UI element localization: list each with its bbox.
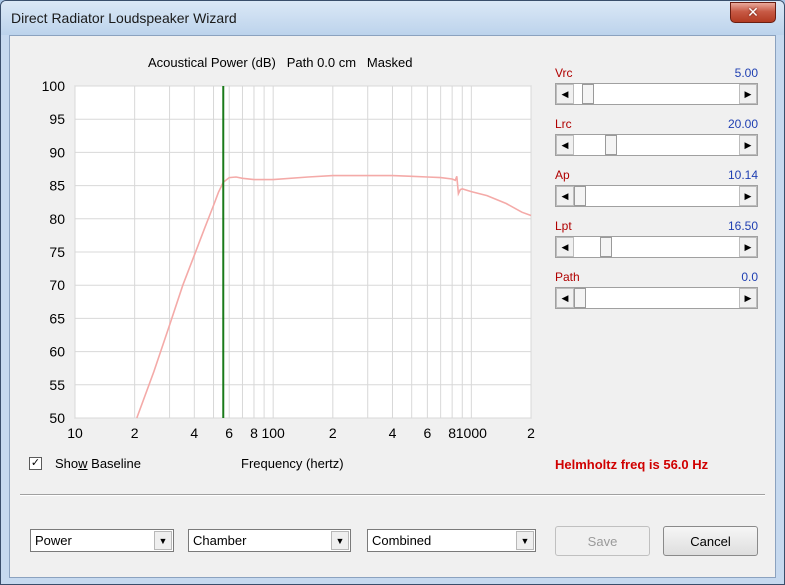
slider-track[interactable]: ◀ ▶: [555, 236, 758, 258]
slider-thumb[interactable]: [574, 186, 586, 206]
y-tick-label: 50: [49, 410, 65, 426]
slider-track[interactable]: ◀ ▶: [555, 185, 758, 207]
response-chart: 10095908580757065605550 10 2 4 6 8 100 2 4 6 8 100…: [42, 78, 535, 441]
y-tick-label: 75: [49, 244, 65, 260]
show-baseline-label-hotkey: w: [78, 456, 88, 471]
slider-label: Path: [555, 270, 580, 284]
show-baseline-checkbox[interactable]: ✓: [29, 457, 42, 470]
chevron-down-icon[interactable]: ▼: [516, 531, 534, 550]
slider-label: Lrc: [555, 117, 572, 131]
y-tick-label: 85: [49, 178, 65, 194]
arrow-left-icon[interactable]: ◀: [556, 84, 574, 104]
arrow-right-icon[interactable]: ▶: [739, 186, 757, 206]
slider-thumb[interactable]: [582, 84, 594, 104]
slider-vrc: Vrc 5.00 ◀ ▶: [555, 66, 758, 110]
x-tick-label: 2: [131, 425, 139, 441]
show-baseline-label-prefix: Sho: [55, 456, 79, 471]
slider-lrc: Lrc 20.00 ◀ ▶: [555, 117, 758, 161]
y-tick-label: 90: [49, 144, 65, 160]
slider-ap: Ap 10.14 ◀ ▶: [555, 168, 758, 212]
slider-lpt: Lpt 16.50 ◀ ▶: [555, 219, 758, 263]
y-tick-label: 65: [49, 310, 65, 326]
save-button[interactable]: Save: [555, 526, 650, 556]
x-tick-label: 4: [190, 425, 198, 441]
x-tick-label: 8: [250, 425, 258, 441]
close-button[interactable]: ✕: [730, 2, 776, 23]
slider-track[interactable]: ◀ ▶: [555, 83, 758, 105]
show-baseline-label-suffix: Baseline: [87, 456, 142, 471]
combined-dropdown-value: Combined: [372, 533, 432, 548]
slider-track[interactable]: ◀ ▶: [555, 134, 758, 156]
combined-dropdown[interactable]: Combined ▼: [367, 529, 536, 552]
slider-thumb[interactable]: [574, 288, 586, 308]
x-tick-label: 2: [329, 425, 337, 441]
y-tick-label: 55: [49, 377, 65, 393]
slider-path: Path 0.0 ◀ ▶: [555, 270, 758, 314]
x-axis-label: Frequency (hertz): [241, 456, 344, 471]
x-tick-label: 2: [527, 425, 535, 441]
arrow-right-icon[interactable]: ▶: [739, 237, 757, 257]
arrow-right-icon[interactable]: ▶: [739, 288, 757, 308]
mode-dropdown[interactable]: Power ▼: [30, 529, 174, 552]
slider-value: 10.14: [727, 168, 758, 182]
x-tick-label: 6: [225, 425, 233, 441]
y-tick-label: 70: [49, 277, 65, 293]
slider-value: 0.0: [741, 270, 758, 284]
slider-value: 5.00: [734, 66, 758, 80]
arrow-left-icon[interactable]: ◀: [556, 186, 574, 206]
y-tick-labels: 100 95 90 85 80 75 70 65 60 55 50: [42, 78, 66, 426]
arrow-left-icon[interactable]: ◀: [556, 288, 574, 308]
slider-thumb[interactable]: [600, 237, 612, 257]
x-tick-label: 100: [261, 425, 285, 441]
x-tick-label: 1000: [456, 425, 487, 441]
chamber-dropdown-value: Chamber: [193, 533, 247, 548]
y-tick-label: 80: [49, 211, 65, 227]
chevron-down-icon[interactable]: ▼: [331, 531, 349, 550]
separator: [20, 494, 765, 496]
slider-label: Ap: [555, 168, 570, 182]
arrow-left-icon[interactable]: ◀: [556, 135, 574, 155]
slider-value: 20.00: [727, 117, 758, 131]
mode-dropdown-value: Power: [35, 533, 72, 548]
arrow-left-icon[interactable]: ◀: [556, 237, 574, 257]
slider-label: Vrc: [555, 66, 573, 80]
slider-track[interactable]: ◀ ▶: [555, 287, 758, 309]
y-tick-label: 95: [49, 111, 65, 127]
chevron-down-icon[interactable]: ▼: [154, 531, 172, 550]
slider-value: 16.50: [727, 219, 758, 233]
slider-label: Lpt: [555, 219, 572, 233]
cancel-button[interactable]: Cancel: [663, 526, 758, 556]
y-tick-label: 100: [42, 78, 66, 94]
helmholtz-frequency: Helmholtz freq is 56.0 Hz: [555, 457, 709, 472]
dialog-client: Acoustical Power (dB) Path 0.0 cm Masked…: [9, 35, 776, 578]
close-icon: ✕: [747, 4, 759, 20]
x-tick-label: 10: [67, 425, 83, 441]
window-title: Direct Radiator Loudspeaker Wizard: [11, 10, 237, 26]
y-tick-label: 60: [49, 344, 65, 360]
chamber-dropdown[interactable]: Chamber ▼: [188, 529, 351, 552]
x-tick-label: 6: [423, 425, 431, 441]
arrow-right-icon[interactable]: ▶: [739, 135, 757, 155]
title-bar[interactable]: Direct Radiator Loudspeaker Wizard ✕: [1, 1, 784, 35]
x-tick-labels: 10 2 4 6 8 100 2 4 6 8 1000 2: [67, 425, 535, 441]
arrow-right-icon[interactable]: ▶: [739, 84, 757, 104]
slider-thumb[interactable]: [605, 135, 617, 155]
show-baseline-label[interactable]: Show Baseline: [55, 456, 141, 471]
x-tick-label: 4: [389, 425, 397, 441]
wizard-window: Direct Radiator Loudspeaker Wizard ✕ Aco…: [0, 0, 785, 585]
